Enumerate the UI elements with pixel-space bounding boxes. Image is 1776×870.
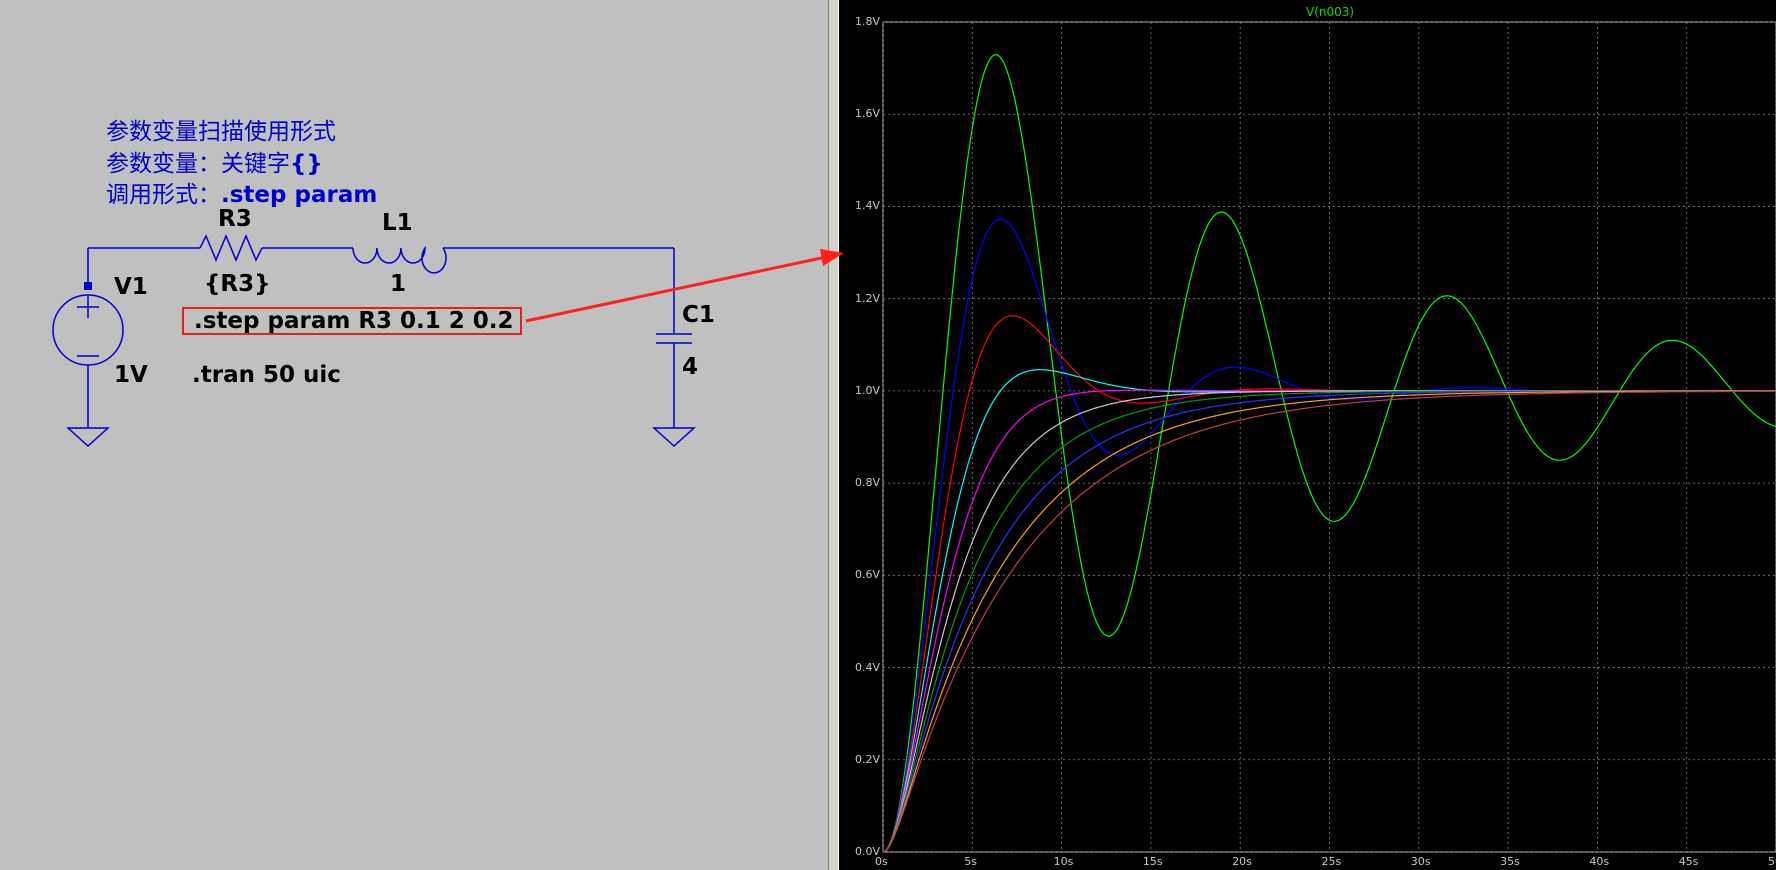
v1-value-label[interactable]: 1V (114, 362, 148, 388)
tran-directive[interactable]: .tran 50 uic (192, 362, 341, 388)
v1-name-label[interactable]: V1 (114, 274, 148, 300)
l1-name-label[interactable]: L1 (382, 210, 413, 236)
resistor-r3-symbol[interactable] (199, 234, 263, 262)
l1-value-label[interactable]: 1 (390, 271, 406, 297)
waveform-viewer[interactable]: V(n003) 0.0V 0.2V 0.4V 0.6V 0.8V 1.0V 1.2V 1.4V… (839, 0, 1776, 870)
c1-name-label[interactable]: C1 (682, 302, 715, 328)
schematic-editor[interactable]: 参数变量扫描使用形式 参数变量：关键字{} 调用形式：.step param R… (0, 0, 828, 870)
step-param-directive[interactable]: .step param R3 0.1 2 0.2 (182, 307, 522, 335)
node-junction-dot (84, 282, 92, 290)
pane-splitter[interactable] (828, 0, 839, 870)
ground-symbol-c1 (652, 427, 696, 448)
circuit-wiring (52, 234, 696, 448)
inductor-l1-symbol[interactable] (352, 245, 447, 274)
r3-value-label[interactable]: {R3} (204, 271, 270, 297)
plot-grid (882, 21, 1776, 853)
waveform-plot[interactable] (839, 0, 1776, 870)
c1-value-label[interactable]: 4 (682, 354, 698, 380)
r3-name-label[interactable]: R3 (218, 206, 252, 232)
ground-symbol-v1 (66, 427, 110, 448)
